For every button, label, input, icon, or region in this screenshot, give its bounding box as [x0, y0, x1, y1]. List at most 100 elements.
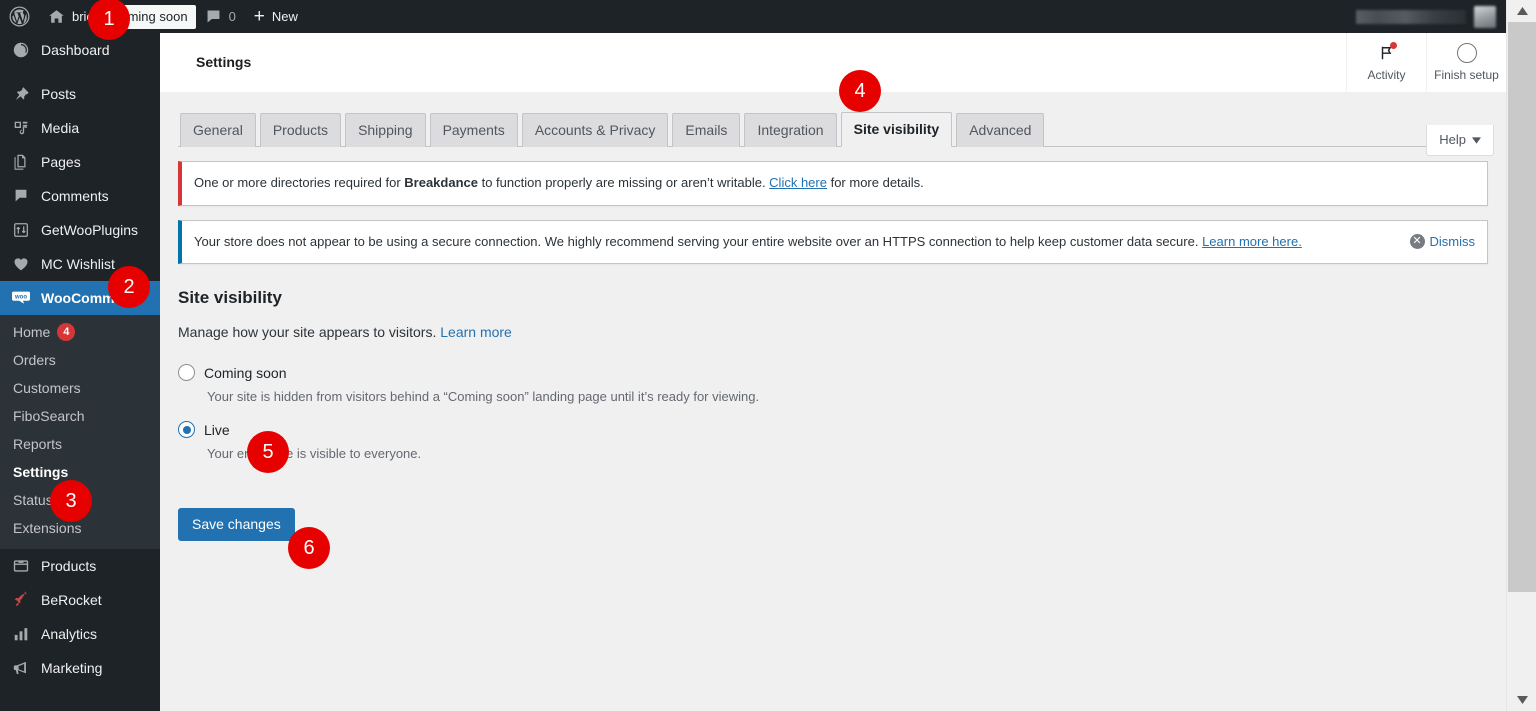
- step-marker-4: 4: [839, 70, 881, 112]
- option-live: Live Your entire site is visible to ever…: [178, 421, 1488, 461]
- submenu-item-orders[interactable]: Orders: [0, 346, 160, 374]
- avatar: [1474, 5, 1496, 28]
- notice-text: One or more directories required for Bre…: [194, 175, 924, 191]
- comments-count: 0: [228, 9, 236, 24]
- sidebar-item-label: Media: [41, 120, 80, 136]
- radio-button[interactable]: [178, 364, 195, 382]
- activity-panel-button[interactable]: Activity: [1346, 33, 1426, 92]
- finish-setup-label: Finish setup: [1434, 67, 1499, 82]
- finish-setup-button[interactable]: Finish setup: [1426, 33, 1506, 92]
- radio-label: Live: [204, 421, 230, 438]
- chevron-up-icon[interactable]: [1507, 0, 1536, 22]
- sidebar-item-getwooplugins[interactable]: GetWooPlugins: [0, 213, 160, 247]
- help-tab-button[interactable]: Help: [1426, 125, 1494, 156]
- woocommerce-page-header: Settings Activity Finish setup: [160, 33, 1506, 92]
- step-marker-2: 2: [108, 266, 150, 308]
- comment-bubble-icon: [205, 8, 222, 25]
- notice-strong: Breakdance: [404, 175, 478, 191]
- tab-accounts-privacy[interactable]: Accounts & Privacy: [521, 113, 669, 148]
- chevron-down-icon[interactable]: [1507, 689, 1536, 711]
- submenu-item-customers[interactable]: Customers: [0, 374, 160, 402]
- tab-advanced[interactable]: Advanced: [956, 113, 1045, 148]
- sidebar-item-pages[interactable]: Pages: [0, 145, 160, 179]
- admin-sidebar-menu: Dashboard Posts Media Pages Comments Get…: [0, 33, 160, 711]
- option-help-text: Your site is hidden from visitors behind…: [207, 389, 760, 405]
- new-content-label: New: [271, 9, 298, 24]
- sidebar-item-berocket[interactable]: BeRocket: [0, 583, 160, 617]
- heart-icon: [11, 254, 31, 274]
- sidebar-item-products[interactable]: Products: [0, 549, 160, 583]
- comments-menu[interactable]: 0: [196, 0, 245, 33]
- click-here-link[interactable]: Click here: [769, 175, 827, 190]
- sidebar-item-label: MC Wishlist: [41, 256, 115, 272]
- dismiss-notice-button[interactable]: ✕ Dismiss: [1409, 232, 1476, 252]
- sidebar-item-label: Products: [41, 558, 97, 574]
- page-scrollbar[interactable]: [1506, 0, 1536, 711]
- learn-more-link[interactable]: Learn more: [440, 324, 512, 340]
- wordpress-logo-icon: [9, 6, 30, 27]
- tab-shipping[interactable]: Shipping: [345, 113, 426, 148]
- radio-button[interactable]: [178, 421, 195, 439]
- submenu-item-label: Customers: [13, 380, 81, 396]
- tab-site-visibility[interactable]: Site visibility: [840, 112, 953, 148]
- main-content: Settings Activity Finish setup Help Gene…: [160, 33, 1506, 711]
- submenu-item-label: Orders: [13, 352, 56, 368]
- sidebar-item-label: Posts: [41, 86, 77, 102]
- sliders-icon: [11, 220, 31, 240]
- dismiss-circle-icon: ✕: [1409, 233, 1425, 249]
- sidebar-item-label: Analytics: [41, 626, 98, 642]
- save-changes-button[interactable]: Save changes: [178, 508, 295, 542]
- home-icon: [48, 8, 65, 25]
- pin-icon: [11, 84, 31, 104]
- home-count-badge: 4: [57, 323, 76, 341]
- notice-text: Your store does not appear to be using a…: [194, 233, 1302, 249]
- step-marker-5: 5: [247, 431, 289, 473]
- submenu-item-label: Extensions: [13, 520, 82, 536]
- section-title: Site visibility: [178, 288, 282, 308]
- sidebar-item-label: GetWooPlugins: [41, 222, 139, 238]
- svg-text:woo: woo: [14, 294, 27, 300]
- radio-live[interactable]: Live: [178, 421, 1488, 439]
- sidebar-item-comments[interactable]: Comments: [0, 179, 160, 213]
- tab-integration[interactable]: Integration: [744, 113, 837, 148]
- scrollbar-thumb[interactable]: [1508, 22, 1536, 592]
- option-help-text: Your entire site is visible to everyone.: [207, 446, 422, 462]
- media-icon: [11, 118, 31, 138]
- radio-label: Coming soon: [204, 364, 287, 381]
- woocommerce-icon: woo: [11, 288, 31, 308]
- submenu-item-label: Status: [13, 492, 53, 508]
- radio-coming-soon[interactable]: Coming soon: [178, 364, 1488, 382]
- tab-emails[interactable]: Emails: [672, 113, 741, 148]
- help-tab-wrap: Help: [1426, 125, 1494, 156]
- progress-circle-icon: [1456, 42, 1477, 63]
- tab-products[interactable]: Products: [259, 113, 342, 148]
- submenu-item-fibosearch[interactable]: FiboSearch: [0, 402, 160, 430]
- rocket-icon: [11, 590, 31, 610]
- learn-more-here-link[interactable]: Learn more here.: [1202, 234, 1302, 249]
- submenu-item-reports[interactable]: Reports: [0, 430, 160, 458]
- header-actions: Activity Finish setup: [1346, 33, 1506, 92]
- sidebar-item-marketing[interactable]: Marketing: [0, 651, 160, 685]
- submenu-item-label: FiboSearch: [13, 408, 85, 424]
- my-account-menu[interactable]: [1356, 0, 1506, 33]
- sidebar-item-analytics[interactable]: Analytics: [0, 617, 160, 651]
- tab-general[interactable]: General: [180, 113, 256, 148]
- flag-icon: [1378, 41, 1397, 63]
- sidebar-item-posts[interactable]: Posts: [0, 77, 160, 111]
- sidebar-item-label: Comments: [41, 188, 109, 204]
- submenu-item-home[interactable]: Home 4: [0, 318, 160, 346]
- bar-chart-icon: [11, 624, 31, 644]
- wp-logo-menu[interactable]: [0, 0, 39, 33]
- tab-payments[interactable]: Payments: [429, 113, 518, 148]
- help-label: Help: [1439, 132, 1466, 147]
- dismiss-label: Dismiss: [1429, 233, 1476, 249]
- sidebar-item-label: Marketing: [41, 660, 103, 676]
- new-content-menu[interactable]: + New: [245, 0, 307, 33]
- pages-icon: [11, 152, 31, 172]
- sidebar-item-dashboard[interactable]: Dashboard: [0, 33, 160, 67]
- page-title: Settings: [196, 54, 252, 70]
- step-marker-6: 6: [288, 527, 330, 569]
- sidebar-item-media[interactable]: Media: [0, 111, 160, 145]
- sidebar-item-label: Pages: [41, 154, 81, 170]
- comment-bubble-icon: [11, 186, 31, 206]
